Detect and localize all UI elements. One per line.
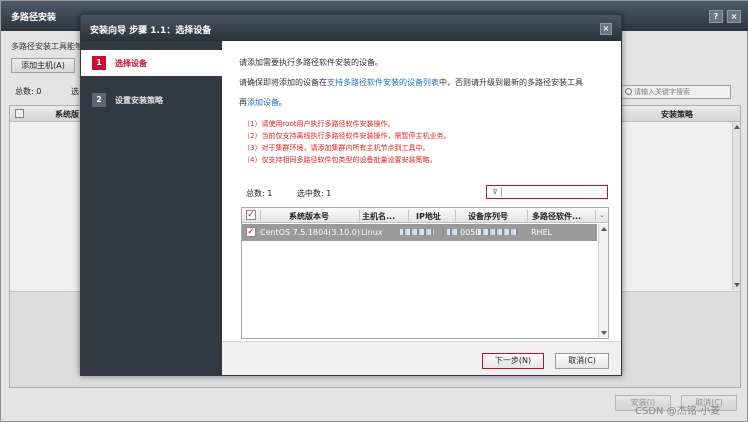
- scroll-up-icon[interactable]: [601, 227, 607, 231]
- column-os-version[interactable]: 系统版本号: [289, 211, 329, 222]
- intro-text: 请添加需要执行多路径软件安装的设备。: [239, 58, 383, 67]
- redacted-ip: [447, 229, 459, 235]
- device-counts: 总数: 1 选中数: 1: [246, 188, 331, 199]
- row-os-version: CentOS 7.5.1804(3.10.0): [260, 228, 360, 237]
- step-install-policy[interactable]: 2 设置安装策略: [81, 87, 222, 113]
- cancel-button[interactable]: 取消(C): [555, 353, 609, 369]
- warning-1: （1）请使用root用户执行多路径软件安装操作。: [243, 120, 395, 128]
- column-separator: [260, 210, 261, 221]
- warning-4: （4）仅支持相同多路径软件包类型的设备批量设置安装策略。: [243, 156, 437, 164]
- table-row[interactable]: ✓ CentOS 7.5.1804(3.10.0) Linux 0050 RHE…: [242, 224, 597, 241]
- intro-text-3: 再添加设备。: [239, 97, 287, 108]
- column-multipath-software[interactable]: 多路径软件...: [532, 211, 581, 222]
- close-main-button[interactable]: ×: [727, 10, 741, 23]
- column-hostname[interactable]: 主机名...: [362, 211, 395, 222]
- add-device-link[interactable]: 添加设备: [247, 98, 279, 107]
- column-separator: [455, 210, 456, 221]
- column-separator: [527, 210, 528, 221]
- scroll-down-icon[interactable]: [601, 331, 607, 335]
- wizard-content: 请添加需要执行多路径软件安装的设备。 请确保即将添加的设备在支持多路径软件安装的…: [222, 41, 621, 341]
- intro-text-3a: 再: [239, 98, 247, 107]
- step-number: 1: [92, 56, 106, 70]
- intro-text-2: 请确保即将添加的设备在支持多路径软件安装的设备列表中，否则请升级到最新的多路径安…: [239, 77, 583, 88]
- row-checkbox[interactable]: ✓: [246, 227, 256, 237]
- redacted-serial: [478, 229, 518, 235]
- intro-text-3b: 。: [279, 98, 287, 107]
- step-select-device[interactable]: 1 选择设备: [81, 50, 222, 76]
- column-device-serial[interactable]: 设备序列号: [468, 211, 508, 222]
- select-all-devices-checkbox[interactable]: ✓: [246, 210, 256, 220]
- wizard-title: 安装向导 步骤 1.1：选择设备: [90, 26, 212, 36]
- warning-3: （3）对于集群环境，请添加集群内所有主机节点到工具中。: [243, 144, 430, 152]
- device-table: ✓ 系统版本号 主机名... IP地址 设备序列号 多路径软件... ⌄ ✓ C…: [241, 207, 609, 339]
- next-button[interactable]: 下一步(N): [482, 353, 544, 369]
- main-window-title: 多路径安装: [11, 13, 57, 23]
- row-multipath-software: RHEL: [531, 228, 553, 237]
- wizard-titlebar: 安装向导 步骤 1.1：选择设备 ×: [81, 15, 621, 41]
- step-label: 选择设备: [115, 59, 147, 68]
- step-number: 2: [92, 93, 106, 107]
- warning-2: （2）当前仅支持离线执行多路径软件安装操作，需暂停主机业务。: [243, 132, 451, 140]
- intro-text-2b: 中，否则请升级到最新的多路径安装工具: [439, 78, 583, 87]
- row-hostname: Linux: [361, 228, 383, 237]
- install-wizard-dialog: 安装向导 步骤 1.1：选择设备 × 1 选择设备 2 设置安装策略 请添加需要…: [80, 14, 622, 376]
- device-total: 总数: 1: [246, 189, 273, 198]
- device-filter-input[interactable]: ⊽: [486, 185, 608, 199]
- wizard-steps: 1 选择设备 2 设置安装策略: [81, 41, 222, 375]
- close-icon[interactable]: ×: [600, 23, 612, 35]
- wizard-footer: 下一步(N) 取消(C): [222, 341, 621, 375]
- help-button[interactable]: ?: [709, 10, 723, 23]
- filter-icon[interactable]: ⊽: [489, 187, 502, 197]
- column-ip-address[interactable]: IP地址: [416, 211, 441, 222]
- step-label: 设置安装策略: [115, 96, 163, 105]
- device-table-header: ✓ 系统版本号 主机名... IP地址 设备序列号 多路径软件... ⌄: [242, 208, 608, 223]
- redacted-hostname: [400, 229, 434, 235]
- column-separator: [408, 210, 409, 221]
- column-menu-icon[interactable]: ⌄: [599, 211, 605, 219]
- supported-device-list-link[interactable]: 支持多路径软件安装的设备列表: [327, 78, 439, 87]
- column-separator: [595, 210, 596, 221]
- device-selected: 选中数: 1: [296, 189, 332, 198]
- column-separator: [359, 210, 360, 221]
- device-table-scrollbar[interactable]: [598, 224, 608, 338]
- intro-text-2a: 请确保即将添加的设备在: [239, 78, 327, 87]
